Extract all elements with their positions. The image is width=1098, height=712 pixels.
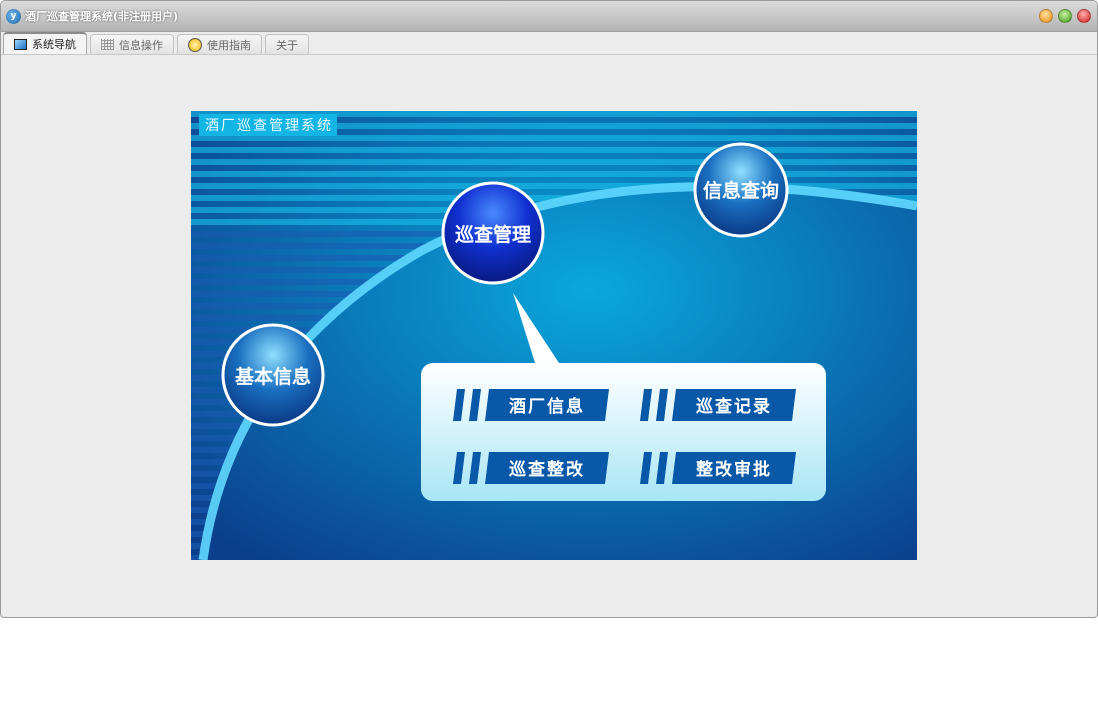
patrol-management-label: 巡查管理 [455, 223, 531, 246]
stripe [191, 147, 917, 153]
circle-basic-info[interactable]: 基本信息 [221, 323, 325, 427]
tab-bar: 系统导航 信息操作 使用指南 关于 [1, 32, 1097, 55]
tab-info-ops[interactable]: 信息操作 [90, 34, 174, 54]
banner-title: 酒厂巡查管理系统 [205, 118, 333, 134]
menu-item[interactable]: 酒厂信息 [453, 389, 609, 421]
menu-item[interactable]: 巡查整改 [453, 452, 609, 484]
tab-system-nav[interactable]: 系统导航 [3, 32, 87, 54]
tab-label: 信息操作 [119, 38, 163, 52]
basic-info-label: 基本信息 [234, 365, 311, 388]
grid-icon [101, 39, 114, 50]
circle-patrol-management[interactable]: 巡查管理 [441, 181, 545, 285]
app-window: y 酒厂巡查管理系统(非注册用户) 系统导航 信息操作 使用指南 关于 酒厂巡查… [0, 0, 1098, 618]
menu-item-label: 巡查整改 [509, 459, 585, 480]
tab-guide[interactable]: 使用指南 [177, 34, 262, 54]
close-button[interactable] [1077, 9, 1091, 23]
navigation-banner: 酒厂巡查管理系统 酒厂信息 巡查记录巡查整改 整改审批 基本信息 巡查管理 信息查询 [191, 111, 917, 560]
menu-item[interactable]: 整改审批 [640, 452, 796, 484]
tab-label: 系统导航 [32, 38, 76, 51]
menu-item[interactable]: 巡查记录 [640, 389, 796, 421]
title-bar: y 酒厂巡查管理系统(非注册用户) [1, 1, 1097, 32]
tab-label: 关于 [276, 38, 298, 52]
minimize-button[interactable] [1039, 9, 1053, 23]
help-icon [188, 37, 202, 52]
stripe [191, 171, 917, 177]
stripe [191, 159, 917, 165]
tab-label: 使用指南 [207, 38, 251, 52]
tab-about[interactable]: 关于 [265, 34, 309, 54]
menu-item-label: 巡查记录 [696, 396, 772, 417]
maximize-button[interactable] [1058, 9, 1072, 23]
circle-info-query[interactable]: 信息查询 [693, 142, 789, 238]
app-logo-icon: y [6, 8, 21, 24]
menu-item-label: 整改审批 [696, 459, 772, 480]
info-query-label: 信息查询 [703, 179, 779, 202]
monitor-icon [14, 38, 27, 50]
menu-item-label: 酒厂信息 [509, 396, 585, 417]
window-title: 酒厂巡查管理系统(非注册用户) [25, 10, 179, 23]
